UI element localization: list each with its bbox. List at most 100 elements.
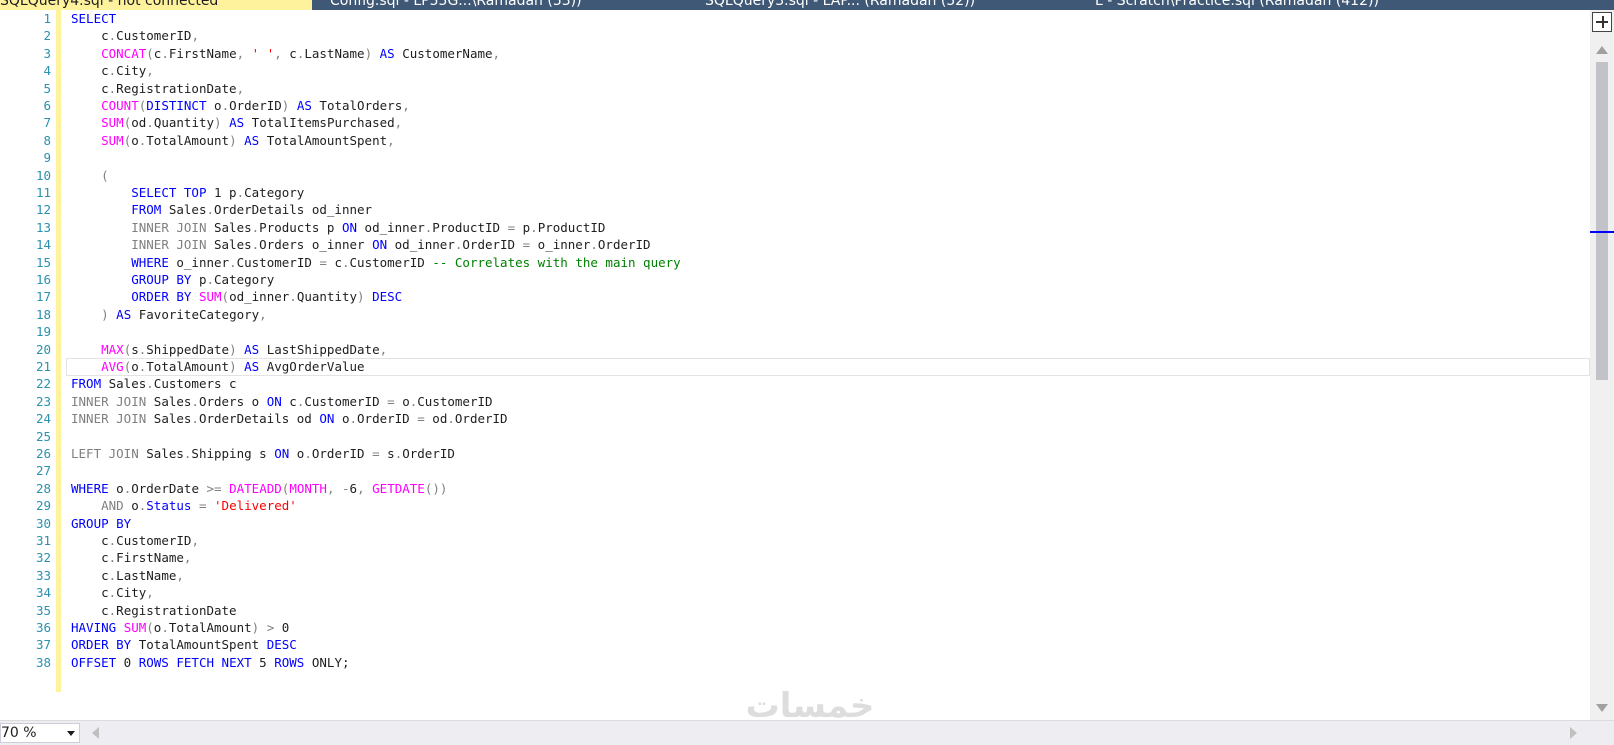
code-token: HAVING bbox=[71, 620, 117, 635]
code-line[interactable]: FROM Sales.Customers c bbox=[71, 375, 237, 393]
code-line[interactable]: WHERE o.OrderDate >= DATEADD(MONTH, -6, … bbox=[71, 480, 447, 498]
tab-sqlquery3[interactable]: SQLQuery3.sql - LAP... (Ramadan (52)) bbox=[705, 0, 1055, 10]
code-line[interactable]: c.City, bbox=[71, 584, 154, 602]
code-line[interactable]: INNER JOIN Sales.Products p ON od_inner.… bbox=[71, 219, 605, 237]
code-token: MAX bbox=[101, 341, 124, 357]
code-token: = bbox=[417, 411, 425, 427]
code-line[interactable]: MAX(s.ShippedDate) AS LastShippedDate, bbox=[71, 341, 387, 359]
code-line[interactable]: CONCAT(c.FirstName, ' ', c.LastName) AS … bbox=[71, 45, 500, 63]
scroll-thumb[interactable] bbox=[1596, 62, 1608, 380]
code-line[interactable]: c.CustomerID, bbox=[71, 27, 199, 45]
vertical-scrollbar[interactable] bbox=[1590, 10, 1614, 720]
code-token: CustomerID bbox=[349, 254, 433, 270]
code-line[interactable]: c.FirstName, bbox=[71, 549, 191, 567]
code-line[interactable]: ) AS FavoriteCategory, bbox=[71, 306, 267, 324]
scroll-left-arrow-icon[interactable] bbox=[92, 727, 99, 739]
code-line[interactable]: c.RegistrationDate bbox=[71, 602, 237, 620]
code-line[interactable]: ORDER BY TotalAmountSpent DESC bbox=[71, 636, 297, 654]
code-token: Sales bbox=[138, 446, 184, 461]
code-token: Orders o_inner bbox=[259, 237, 373, 253]
code-line[interactable]: INNER JOIN Sales.OrderDetails od ON o.Or… bbox=[71, 410, 508, 428]
tab-practice[interactable]: L - Scratch\Practice.sql (Ramadan (412)) bbox=[1095, 0, 1425, 10]
code-line[interactable]: SUM(o.TotalAmount) AS TotalAmountSpent, bbox=[71, 132, 395, 150]
code-line[interactable]: SELECT bbox=[71, 10, 116, 28]
code-token: GROUP BY bbox=[131, 272, 192, 287]
code-token: , bbox=[176, 567, 184, 583]
code-token: . bbox=[289, 289, 297, 305]
watermark-logo: خمسات bbox=[745, 686, 875, 726]
code-token: c bbox=[281, 393, 297, 409]
scroll-up-arrow-icon[interactable] bbox=[1596, 46, 1608, 54]
code-token: . bbox=[342, 254, 350, 270]
code-line[interactable]: LEFT JOIN Sales.Shipping s ON o.OrderID … bbox=[71, 445, 455, 463]
code-token: , bbox=[236, 80, 245, 96]
code-token: o bbox=[108, 480, 124, 496]
line-number: 31 bbox=[35, 533, 51, 548]
code-token: MONTH bbox=[289, 480, 327, 496]
code-token: . bbox=[161, 620, 169, 635]
code-line[interactable]: c.RegistrationDate, bbox=[71, 80, 244, 98]
code-line[interactable]: AND o.Status = 'Delivered' bbox=[71, 497, 297, 515]
code-token: o_inner bbox=[530, 237, 591, 253]
code-line[interactable]: c.LastName, bbox=[71, 567, 184, 585]
code-line[interactable]: SELECT TOP 1 p.Category bbox=[71, 184, 304, 202]
code-token: . bbox=[590, 237, 598, 253]
code-line[interactable]: HAVING SUM(o.TotalAmount) > 0 bbox=[71, 619, 289, 637]
code-token: FavoriteCategory bbox=[131, 306, 260, 322]
code-token: City bbox=[116, 63, 147, 79]
code-token: ON bbox=[341, 219, 358, 235]
code-token: -- Correlates with the main query bbox=[432, 254, 681, 270]
code-token: RegistrationDate bbox=[116, 602, 237, 618]
code-token: 'Delivered' bbox=[214, 498, 297, 514]
code-line[interactable]: GROUP BY bbox=[71, 515, 131, 533]
code-line[interactable]: INNER JOIN Sales.Orders o ON c.CustomerI… bbox=[71, 393, 493, 411]
code-token: 0 bbox=[274, 620, 290, 635]
scroll-right-arrow-icon[interactable] bbox=[1570, 727, 1577, 739]
code-line[interactable]: COUNT(DISTINCT o.OrderID) AS TotalOrders… bbox=[71, 97, 410, 115]
code-token: . bbox=[191, 393, 199, 409]
code-line[interactable]: ( bbox=[71, 167, 109, 185]
code-token: ) bbox=[364, 45, 373, 61]
code-line[interactable]: INNER JOIN Sales. Orders o_inner ON od_in… bbox=[71, 236, 650, 254]
code-token: , bbox=[387, 132, 395, 148]
code-token: ShippedDate bbox=[146, 341, 230, 357]
code-token: FirstName bbox=[116, 550, 184, 566]
line-number: 19 bbox=[35, 324, 51, 340]
code-token: ON bbox=[372, 237, 388, 253]
code-line[interactable]: WHERE o_inner.CustomerID = c.CustomerID … bbox=[71, 254, 681, 272]
code-line[interactable]: c.City, bbox=[71, 62, 154, 80]
code-token: Sales bbox=[146, 393, 192, 409]
tab-sqlquery4[interactable]: SQLQuery4.sql - not connected bbox=[0, 0, 312, 10]
code-line[interactable]: AVG(o.TotalAmount) AS AvgOrderValue bbox=[71, 358, 364, 376]
code-token: TotalAmountSpent bbox=[259, 132, 388, 148]
line-number: 30 bbox=[35, 515, 51, 531]
code-token: c bbox=[71, 585, 109, 601]
code-token: . bbox=[161, 45, 169, 61]
code-token: LastShippedDate bbox=[259, 341, 380, 357]
code-token: Category bbox=[214, 272, 275, 287]
code-line[interactable]: ORDER BY SUM(od_inner.Quantity) DESC bbox=[71, 288, 402, 306]
code-line[interactable]: SUM(od.Quantity) AS TotalItemsPurchased, bbox=[71, 114, 402, 132]
code-line[interactable]: GROUP BY p.Category bbox=[71, 271, 274, 289]
code-token: od_inner bbox=[387, 237, 455, 253]
tab-config[interactable]: Config.sql - LP55G...\Ramadan (53)) bbox=[330, 0, 660, 10]
code-token: = bbox=[507, 219, 516, 235]
code-token: , bbox=[402, 98, 410, 113]
code-line[interactable]: OFFSET 0 ROWS FETCH NEXT 5 ROWS ONLY; bbox=[71, 654, 350, 672]
code-token: OrderID bbox=[357, 411, 418, 427]
scroll-down-arrow-icon[interactable] bbox=[1596, 704, 1608, 712]
code-token: GROUP BY bbox=[71, 515, 132, 531]
split-editor-icon[interactable] bbox=[1592, 12, 1612, 32]
code-token: NEXT bbox=[221, 654, 252, 670]
code-token: Quantity bbox=[296, 289, 358, 305]
zoom-dropdown[interactable]: 70 % bbox=[0, 723, 80, 743]
sql-editor[interactable]: 1 2 3 4 5 6 7 8 9 10 11 12 13 14 15 16 17 18 19 20 21 22 23 24 2… bbox=[0, 10, 1590, 720]
code-line[interactable]: c.CustomerID, bbox=[71, 532, 199, 550]
chevron-down-icon[interactable] bbox=[67, 731, 75, 736]
code-token: DESC bbox=[372, 289, 403, 305]
code-line[interactable]: FROM Sales.OrderDetails od_inner bbox=[71, 201, 372, 219]
code-token: WHERE bbox=[131, 254, 169, 270]
